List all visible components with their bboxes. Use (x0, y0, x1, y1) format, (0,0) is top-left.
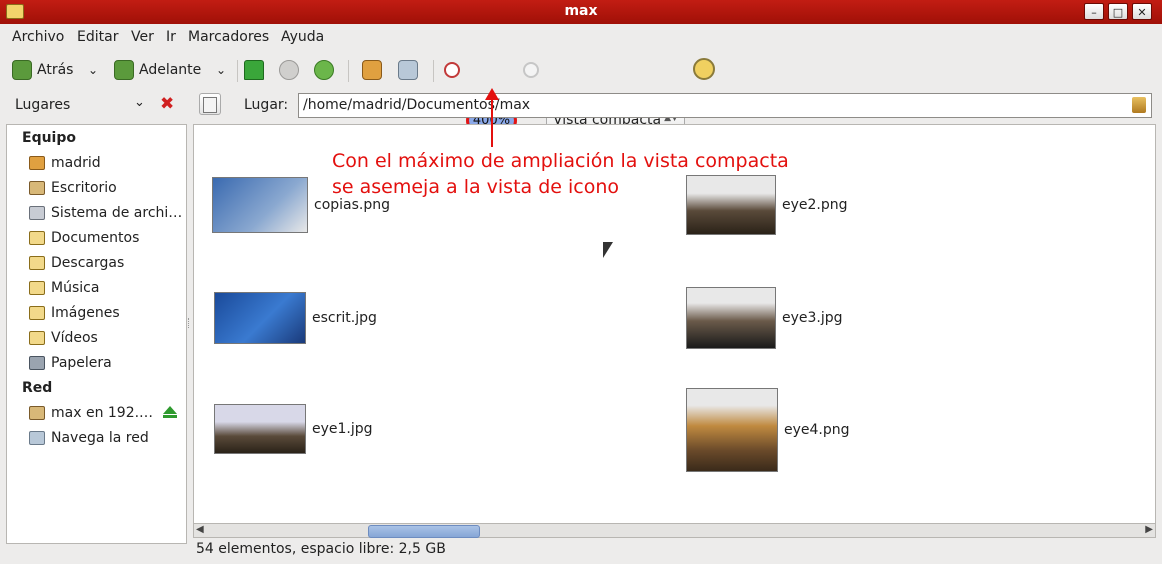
up-button[interactable] (244, 58, 264, 82)
location-input[interactable]: /home/madrid/Documentos/max (298, 93, 1152, 118)
back-history-chevron-icon[interactable]: ⌄ (88, 58, 98, 82)
sidebar-item-videos[interactable]: Vídeos (29, 330, 98, 346)
computer-icon (398, 60, 418, 80)
sidebar-item-musica[interactable]: Música (29, 280, 99, 296)
menu-ir[interactable]: Ir (166, 29, 176, 45)
zoom-out-button[interactable] (444, 58, 460, 82)
menu-archivo[interactable]: Archivo (12, 29, 64, 45)
sidebar-item-browse-network[interactable]: Navega la red (29, 430, 149, 446)
file-name: eye3.jpg (782, 310, 843, 326)
home-button[interactable] (362, 58, 382, 82)
search-button[interactable] (693, 57, 715, 81)
sidebar-item-papelera[interactable]: Papelera (29, 355, 112, 371)
desktop-icon (29, 181, 45, 195)
maximize-button[interactable]: □ (1108, 3, 1128, 20)
folder-icon (29, 231, 45, 245)
file-item[interactable]: escrit.jpg (214, 292, 377, 344)
forward-icon (114, 60, 134, 80)
title-bar: max – □ ✕ (0, 0, 1162, 24)
file-name: eye4.png (784, 422, 850, 438)
sidebar-section-red: Red (22, 380, 53, 396)
search-icon (693, 58, 715, 80)
home-icon (29, 156, 45, 170)
annotation-line-2: se asemeja a la vista de icono (332, 176, 620, 198)
sidebar-item-documentos[interactable]: Documentos (29, 230, 139, 246)
sidebar-item-filesystem[interactable]: Sistema de archi… (29, 205, 182, 221)
reload-button[interactable] (314, 58, 334, 82)
scroll-right-icon[interactable]: ▶ (1145, 524, 1153, 535)
zoom-in-icon (523, 62, 539, 78)
reload-icon (314, 60, 334, 80)
file-item[interactable]: eye1.jpg (214, 404, 373, 454)
file-thumbnail (214, 404, 306, 454)
close-button[interactable]: ✕ (1132, 3, 1152, 20)
sidebar-item-escritorio[interactable]: Escritorio (29, 180, 117, 196)
network-folder-icon (29, 406, 45, 420)
sidebar-item-imagenes[interactable]: Imágenes (29, 305, 120, 321)
annotation-text: Con el máximo de ampliación la vista com… (332, 148, 789, 200)
clear-broom-icon[interactable] (1132, 97, 1146, 113)
places-label: Lugares (15, 97, 71, 113)
menu-ayuda[interactable]: Ayuda (281, 29, 324, 45)
sidebar-item-descargas[interactable]: Descargas (29, 255, 124, 271)
home-icon (362, 60, 382, 80)
toolbar: Atrás ⌄ Adelante ⌄ 400% Vista compacta ▲… (0, 52, 1162, 139)
horizontal-scrollbar[interactable]: ◀ ▶ (193, 523, 1156, 538)
up-icon (244, 60, 264, 80)
file-thumbnail (214, 292, 306, 344)
toggle-location-button[interactable] (199, 93, 221, 115)
network-icon (29, 431, 45, 445)
edit-icon (203, 97, 217, 113)
pictures-folder-icon (29, 306, 45, 320)
file-thumbnail (212, 177, 308, 233)
file-thumbnail (686, 388, 778, 472)
videos-folder-icon (29, 331, 45, 345)
places-dropdown-chevron-icon[interactable]: ⌄ (134, 95, 145, 110)
forward-label: Adelante (139, 62, 202, 78)
back-label: Atrás (37, 62, 74, 78)
sidebar-section-equipo: Equipo (22, 130, 76, 146)
zoom-out-icon (444, 62, 460, 78)
stop-icon (279, 60, 299, 80)
sidebar-item-madrid[interactable]: madrid (29, 155, 101, 171)
minimize-button[interactable]: – (1084, 3, 1104, 20)
file-item[interactable]: eye4.png (686, 388, 850, 472)
location-label: Lugar: (244, 97, 289, 113)
eject-icon[interactable] (163, 406, 177, 414)
close-sidebar-icon[interactable]: ✖ (160, 94, 174, 114)
trash-icon (29, 356, 45, 370)
file-name: escrit.jpg (312, 310, 377, 326)
forward-history-chevron-icon[interactable]: ⌄ (216, 58, 226, 82)
scroll-left-icon[interactable]: ◀ (196, 524, 204, 535)
menu-marcadores[interactable]: Marcadores (188, 29, 269, 45)
file-name: eye1.jpg (312, 421, 373, 437)
menu-bar: Archivo Editar Ver Ir Marcadores Ayuda (0, 25, 1162, 51)
annotation-line-1: Con el máximo de ampliación la vista com… (332, 150, 789, 172)
folder-icon (29, 256, 45, 270)
drive-icon (29, 206, 45, 220)
back-icon (12, 60, 32, 80)
sidebar: Equipo madrid Escritorio Sistema de arch… (6, 124, 187, 544)
file-name: eye2.png (782, 197, 848, 213)
forward-button[interactable]: Adelante (114, 58, 201, 82)
window-title: max (564, 3, 598, 19)
scrollbar-thumb[interactable] (368, 525, 480, 538)
sidebar-item-network-share[interactable]: max en 192.… (29, 405, 153, 421)
mouse-cursor-icon (603, 242, 613, 258)
file-item[interactable]: eye3.jpg (686, 287, 843, 349)
zoom-in-button[interactable] (523, 58, 539, 82)
back-button[interactable]: Atrás (12, 58, 73, 82)
menu-editar[interactable]: Editar (77, 29, 118, 45)
status-bar: 54 elementos, espacio libre: 2,5 GB (196, 541, 446, 557)
annotation-arrow (491, 96, 493, 147)
computer-button[interactable] (398, 58, 418, 82)
eject-icon-bar (163, 415, 177, 418)
file-thumbnail (686, 287, 776, 349)
music-folder-icon (29, 281, 45, 295)
stop-button[interactable] (279, 58, 299, 82)
menu-ver[interactable]: Ver (131, 29, 154, 45)
